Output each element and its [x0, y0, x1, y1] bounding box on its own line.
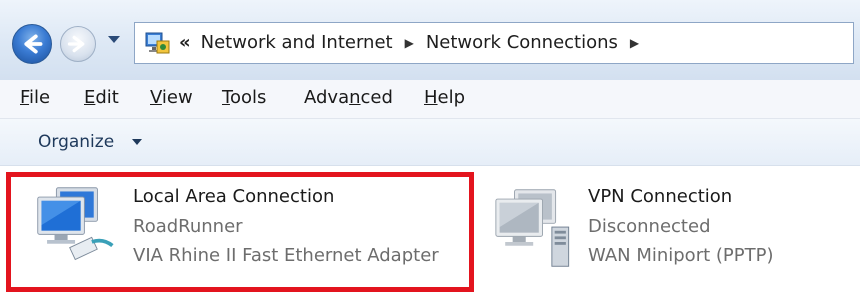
menu-file[interactable]: File	[20, 80, 50, 118]
organize-dropdown-icon[interactable]	[132, 139, 142, 145]
menu-advanced-label-end: ced	[360, 87, 393, 108]
menu-edit-accelerator: E	[84, 87, 96, 108]
breadcrumb-overflow[interactable]: «	[179, 32, 191, 53]
menu-edit-label: dit	[95, 87, 119, 108]
breadcrumb-chevron-icon[interactable]: ▶	[630, 36, 639, 50]
command-bar: Organize	[0, 119, 860, 166]
address-bar[interactable]: « Network and Internet ▶ Network Connection…	[134, 22, 854, 64]
selection-highlight	[6, 172, 474, 292]
menu-bar: File Edit View Tools Advanced Help	[0, 80, 860, 119]
connection-status: Disconnected	[588, 216, 711, 237]
breadcrumb: « Network and Internet ▶ Network Connection…	[179, 23, 651, 63]
menu-file-accelerator: F	[20, 87, 30, 108]
menu-tools-accelerator: T	[222, 87, 230, 108]
network-folder-icon	[145, 32, 170, 54]
forward-arrow-icon	[67, 35, 85, 53]
vpn-connection-icon	[495, 189, 570, 267]
connection-device: WAN Miniport (PPTP)	[588, 245, 774, 266]
menu-help[interactable]: Help	[424, 80, 465, 118]
menu-help-label: elp	[437, 87, 466, 108]
menu-view-accelerator: V	[150, 87, 162, 108]
connection-name: VPN Connection	[588, 186, 733, 207]
back-arrow-icon	[24, 34, 43, 54]
navigation-bar: « Network and Internet ▶ Network Connection…	[0, 0, 860, 80]
menu-view[interactable]: View	[150, 80, 193, 118]
breadcrumb-item-network-connections[interactable]: Network Connections	[426, 32, 618, 53]
menu-advanced-label-start: Adva	[304, 87, 350, 108]
menu-tools-label: ools	[229, 87, 267, 108]
menu-tools[interactable]: Tools	[222, 80, 266, 118]
back-button[interactable]	[12, 24, 52, 64]
menu-file-label: ile	[29, 87, 51, 108]
breadcrumb-chevron-icon[interactable]: ▶	[405, 36, 414, 50]
organize-button[interactable]: Organize	[38, 119, 114, 165]
menu-advanced[interactable]: Advanced	[304, 80, 393, 118]
recent-pages-dropdown[interactable]	[108, 36, 120, 43]
breadcrumb-item-network-and-internet[interactable]: Network and Internet	[201, 32, 393, 53]
forward-button[interactable]	[60, 26, 96, 62]
menu-advanced-accelerator: n	[349, 87, 361, 108]
menu-edit[interactable]: Edit	[84, 80, 119, 118]
menu-view-label: iew	[161, 87, 193, 108]
connection-item-vpn[interactable]: VPN Connection Disconnected WAN Miniport…	[480, 166, 860, 305]
menu-help-accelerator: H	[424, 87, 438, 108]
